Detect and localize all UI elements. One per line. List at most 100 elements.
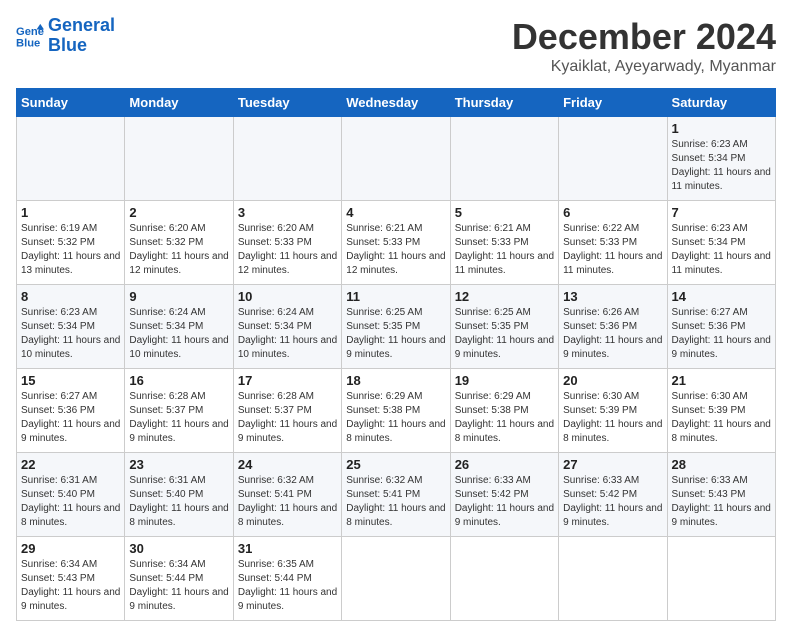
- day-number: 8: [21, 289, 120, 304]
- calendar-cell: [125, 117, 233, 201]
- page-header: General Blue GeneralBlue December 2024 K…: [16, 16, 776, 76]
- calendar-cell: 7 Sunrise: 6:23 AM Sunset: 5:34 PM Daylig…: [667, 201, 775, 285]
- day-number: 25: [346, 457, 445, 472]
- calendar-cell: 27Sunrise: 6:33 AM Sunset: 5:42 PM Dayli…: [559, 453, 667, 537]
- calendar-cell: 9 Sunrise: 6:24 AM Sunset: 5:34 PM Daylig…: [125, 285, 233, 369]
- cell-sunrise-sunset-daylight: Sunrise: 6:29 AM Sunset: 5:38 PM Dayligh…: [455, 390, 554, 446]
- day-number: 7: [672, 205, 771, 220]
- day-number: 29: [21, 541, 120, 556]
- day-number: 12: [455, 289, 554, 304]
- calendar-week-row: 1 Sunrise: 6:23 AM Sunset: 5:34 PM Daylig…: [17, 117, 776, 201]
- calendar-body: 1 Sunrise: 6:23 AM Sunset: 5:34 PM Daylig…: [17, 117, 776, 621]
- calendar-week-row: 1Sunrise: 6:19 AM Sunset: 5:32 PM Daylig…: [17, 201, 776, 285]
- cell-sunrise-sunset-daylight: Sunrise: 6:23 AM Sunset: 5:34 PM Dayligh…: [672, 222, 771, 278]
- calendar-cell: 8 Sunrise: 6:23 AM Sunset: 5:34 PM Daylig…: [17, 285, 125, 369]
- day-number: 15: [21, 373, 120, 388]
- calendar-week-row: 8 Sunrise: 6:23 AM Sunset: 5:34 PM Daylig…: [17, 285, 776, 369]
- day-number: 9: [129, 289, 228, 304]
- day-number: 6: [563, 205, 662, 220]
- cell-sunrise-sunset-daylight: Sunrise: 6:26 AM Sunset: 5:36 PM Dayligh…: [563, 306, 662, 362]
- cell-sunrise-sunset-daylight: Sunrise: 6:23 AM Sunset: 5:34 PM Dayligh…: [21, 306, 120, 362]
- calendar-week-row: 22 Sunrise: 6:31 AM Sunset: 5:40 PM Dayli…: [17, 453, 776, 537]
- calendar-week-row: 15Sunrise: 6:27 AM Sunset: 5:36 PM Dayli…: [17, 369, 776, 453]
- cell-sunrise-sunset-daylight: Sunrise: 6:24 AM Sunset: 5:34 PM Dayligh…: [238, 306, 337, 362]
- calendar-cell: 6Sunrise: 6:22 AM Sunset: 5:33 PM Daylig…: [559, 201, 667, 285]
- logo-icon: General Blue: [16, 22, 44, 50]
- cell-sunrise-sunset-daylight: Sunrise: 6:21 AM Sunset: 5:33 PM Dayligh…: [455, 222, 554, 278]
- title-section: December 2024 Kyaiklat, Ayeyarwady, Myan…: [512, 16, 776, 76]
- day-number: 24: [238, 457, 337, 472]
- calendar-cell: 30Sunrise: 6:34 AM Sunset: 5:44 PM Dayli…: [125, 537, 233, 621]
- svg-text:Blue: Blue: [16, 37, 40, 49]
- calendar-table: SundayMondayTuesdayWednesdayThursdayFrid…: [16, 88, 776, 621]
- cell-sunrise-sunset-daylight: Sunrise: 6:25 AM Sunset: 5:35 PM Dayligh…: [346, 306, 445, 362]
- calendar-cell: 21 Sunrise: 6:30 AM Sunset: 5:39 PM Dayli…: [667, 369, 775, 453]
- logo: General Blue GeneralBlue: [16, 16, 115, 56]
- cell-sunrise-sunset-daylight: Sunrise: 6:32 AM Sunset: 5:41 PM Dayligh…: [238, 474, 337, 530]
- logo-text: GeneralBlue: [48, 16, 115, 56]
- cell-sunrise-sunset-daylight: Sunrise: 6:30 AM Sunset: 5:39 PM Dayligh…: [563, 390, 662, 446]
- cell-sunrise-sunset-daylight: Sunrise: 6:35 AM Sunset: 5:44 PM Dayligh…: [238, 558, 337, 614]
- cell-sunrise-sunset-daylight: Sunrise: 6:28 AM Sunset: 5:37 PM Dayligh…: [129, 390, 228, 446]
- cell-sunrise-sunset-daylight: Sunrise: 6:34 AM Sunset: 5:44 PM Dayligh…: [129, 558, 228, 614]
- cell-sunrise-sunset-daylight: Sunrise: 6:19 AM Sunset: 5:32 PM Dayligh…: [21, 222, 120, 278]
- cell-sunrise-sunset-daylight: Sunrise: 6:23 AM Sunset: 5:34 PM Dayligh…: [672, 138, 771, 194]
- cell-sunrise-sunset-daylight: Sunrise: 6:33 AM Sunset: 5:42 PM Dayligh…: [455, 474, 554, 530]
- calendar-cell: 15Sunrise: 6:27 AM Sunset: 5:36 PM Dayli…: [17, 369, 125, 453]
- day-number: 26: [455, 457, 554, 472]
- calendar-cell: 10Sunrise: 6:24 AM Sunset: 5:34 PM Dayli…: [233, 285, 341, 369]
- day-number: 28: [672, 457, 771, 472]
- day-number: 17: [238, 373, 337, 388]
- cell-sunrise-sunset-daylight: Sunrise: 6:31 AM Sunset: 5:40 PM Dayligh…: [129, 474, 228, 530]
- day-number: 14: [672, 289, 771, 304]
- calendar-cell: 17Sunrise: 6:28 AM Sunset: 5:37 PM Dayli…: [233, 369, 341, 453]
- day-number: 21: [672, 373, 771, 388]
- calendar-cell: 22 Sunrise: 6:31 AM Sunset: 5:40 PM Dayli…: [17, 453, 125, 537]
- day-number: 3: [238, 205, 337, 220]
- calendar-cell: [667, 537, 775, 621]
- calendar-cell: [559, 537, 667, 621]
- cell-sunrise-sunset-daylight: Sunrise: 6:21 AM Sunset: 5:33 PM Dayligh…: [346, 222, 445, 278]
- calendar-cell: 29 Sunrise: 6:34 AM Sunset: 5:43 PM Dayli…: [17, 537, 125, 621]
- calendar-cell: 13 Sunrise: 6:26 AM Sunset: 5:36 PM Dayli…: [559, 285, 667, 369]
- day-number: 22: [21, 457, 120, 472]
- day-number: 16: [129, 373, 228, 388]
- cell-sunrise-sunset-daylight: Sunrise: 6:32 AM Sunset: 5:41 PM Dayligh…: [346, 474, 445, 530]
- day-number: 1: [672, 121, 771, 136]
- cell-sunrise-sunset-daylight: Sunrise: 6:30 AM Sunset: 5:39 PM Dayligh…: [672, 390, 771, 446]
- calendar-cell: 24 Sunrise: 6:32 AM Sunset: 5:41 PM Dayli…: [233, 453, 341, 537]
- calendar-cell: 5Sunrise: 6:21 AM Sunset: 5:33 PM Daylig…: [450, 201, 558, 285]
- calendar-cell: 1 Sunrise: 6:23 AM Sunset: 5:34 PM Daylig…: [667, 117, 775, 201]
- calendar-cell: 18Sunrise: 6:29 AM Sunset: 5:38 PM Dayli…: [342, 369, 450, 453]
- calendar-cell: [17, 117, 125, 201]
- day-number: 4: [346, 205, 445, 220]
- cell-sunrise-sunset-daylight: Sunrise: 6:31 AM Sunset: 5:40 PM Dayligh…: [21, 474, 120, 530]
- calendar-cell: 20 Sunrise: 6:30 AM Sunset: 5:39 PM Dayli…: [559, 369, 667, 453]
- location-subtitle: Kyaiklat, Ayeyarwady, Myanmar: [512, 58, 776, 76]
- calendar-cell: 1Sunrise: 6:19 AM Sunset: 5:32 PM Daylig…: [17, 201, 125, 285]
- day-number: 20: [563, 373, 662, 388]
- cell-sunrise-sunset-daylight: Sunrise: 6:20 AM Sunset: 5:32 PM Dayligh…: [129, 222, 228, 278]
- cell-sunrise-sunset-daylight: Sunrise: 6:27 AM Sunset: 5:36 PM Dayligh…: [672, 306, 771, 362]
- day-number: 23: [129, 457, 228, 472]
- calendar-cell: 19 Sunrise: 6:29 AM Sunset: 5:38 PM Dayli…: [450, 369, 558, 453]
- cell-sunrise-sunset-daylight: Sunrise: 6:34 AM Sunset: 5:43 PM Dayligh…: [21, 558, 120, 614]
- day-number: 18: [346, 373, 445, 388]
- day-number: 31: [238, 541, 337, 556]
- cell-sunrise-sunset-daylight: Sunrise: 6:24 AM Sunset: 5:34 PM Dayligh…: [129, 306, 228, 362]
- calendar-cell: [342, 117, 450, 201]
- calendar-cell: [233, 117, 341, 201]
- weekday-header: Sunday: [17, 89, 125, 117]
- month-year-title: December 2024: [512, 16, 776, 58]
- cell-sunrise-sunset-daylight: Sunrise: 6:25 AM Sunset: 5:35 PM Dayligh…: [455, 306, 554, 362]
- calendar-cell: 16 Sunrise: 6:28 AM Sunset: 5:37 PM Dayli…: [125, 369, 233, 453]
- cell-sunrise-sunset-daylight: Sunrise: 6:20 AM Sunset: 5:33 PM Dayligh…: [238, 222, 337, 278]
- calendar-cell: [450, 537, 558, 621]
- day-number: 19: [455, 373, 554, 388]
- weekday-header: Saturday: [667, 89, 775, 117]
- calendar-cell: 14 Sunrise: 6:27 AM Sunset: 5:36 PM Dayli…: [667, 285, 775, 369]
- calendar-cell: 23 Sunrise: 6:31 AM Sunset: 5:40 PM Dayli…: [125, 453, 233, 537]
- calendar-cell: 11 Sunrise: 6:25 AM Sunset: 5:35 PM Dayli…: [342, 285, 450, 369]
- day-number: 11: [346, 289, 445, 304]
- day-number: 13: [563, 289, 662, 304]
